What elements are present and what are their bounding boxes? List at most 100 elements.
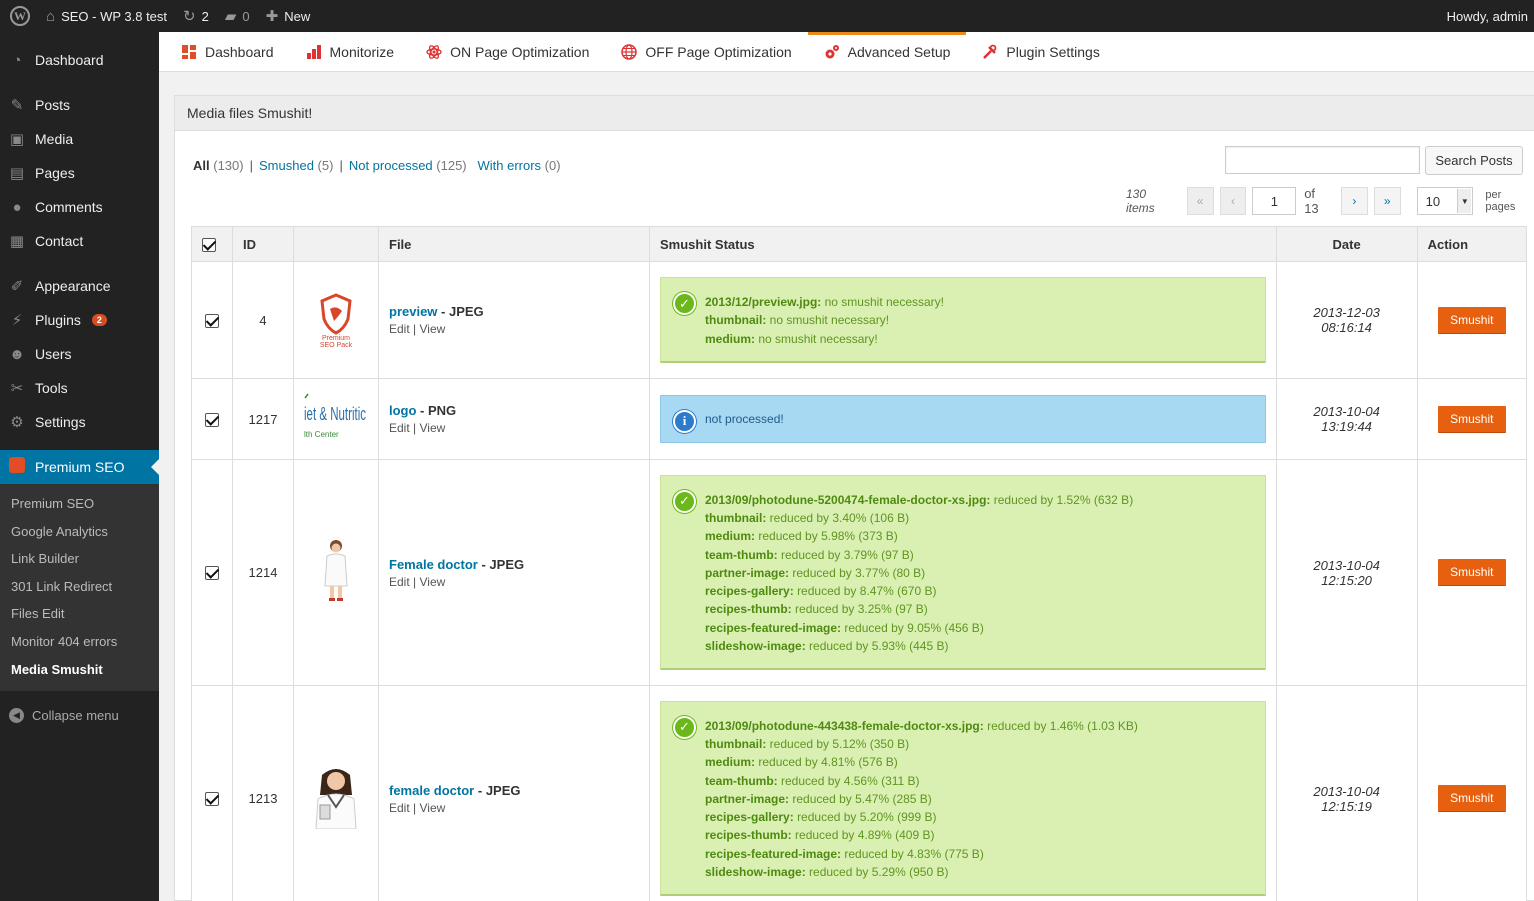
wp-logo-menu[interactable]: W bbox=[0, 0, 38, 32]
edit-link[interactable]: Edit bbox=[389, 322, 410, 336]
edit-link[interactable]: Edit bbox=[389, 801, 410, 815]
menu-appearance[interactable]: ✐ Appearance bbox=[0, 269, 159, 303]
menu-tools[interactable]: ✂ Tools bbox=[0, 371, 159, 405]
file-name-link[interactable]: Female doctor bbox=[389, 557, 478, 572]
type-separator: - bbox=[416, 403, 428, 418]
status-key: recipes-gallery: bbox=[705, 810, 794, 825]
comments-link[interactable]: ▰ 0 bbox=[217, 0, 258, 32]
view-link[interactable]: View bbox=[420, 575, 446, 589]
action-cell: Smushit bbox=[1416, 685, 1528, 901]
menu-premium-seo[interactable]: Premium SEO bbox=[0, 450, 159, 484]
file-cell: preview - JPEG Edit | View bbox=[378, 261, 650, 379]
col-id[interactable]: ID bbox=[232, 226, 294, 262]
date-cell: 2013-10-04 12:15:20 bbox=[1275, 459, 1418, 686]
smushit-button[interactable]: Smushit bbox=[1437, 306, 1506, 334]
filter-all[interactable]: All (130) bbox=[193, 158, 244, 173]
col-file[interactable]: File bbox=[378, 226, 650, 262]
menu-posts[interactable]: ✎ Posts bbox=[0, 88, 159, 122]
tab-monitorize[interactable]: Monitorize bbox=[290, 32, 411, 72]
menu-dashboard[interactable]: ◔ Dashboard bbox=[0, 43, 159, 77]
tab-on-page[interactable]: ON Page Optimization bbox=[410, 32, 605, 72]
tab-plugin-settings[interactable]: Plugin Settings bbox=[966, 32, 1115, 72]
submenu-link-builder[interactable]: Link Builder bbox=[0, 545, 159, 573]
current-page-input[interactable]: 1 bbox=[1252, 187, 1297, 215]
svg-text:Premium: Premium bbox=[322, 335, 350, 342]
menu-contact[interactable]: ▦ Contact bbox=[0, 224, 159, 258]
col-date[interactable]: Date bbox=[1275, 226, 1418, 262]
view-link[interactable]: View bbox=[420, 322, 446, 336]
menu-users[interactable]: ☻ Users bbox=[0, 337, 159, 371]
tab-advanced-setup[interactable]: Advanced Setup bbox=[807, 31, 967, 72]
edit-link[interactable]: Edit bbox=[389, 575, 410, 589]
plugin-tabs: Dashboard Monitorize ON Page Optimizatio… bbox=[159, 31, 1534, 72]
filter-label: With errors bbox=[477, 158, 542, 173]
select-all-checkbox[interactable] bbox=[202, 237, 216, 252]
edit-link[interactable]: Edit bbox=[389, 421, 410, 435]
file-name-link[interactable]: female doctor bbox=[389, 783, 474, 798]
submenu-media-smushit[interactable]: Media Smushit bbox=[0, 656, 159, 684]
menu-pages[interactable]: ▤ Pages bbox=[0, 156, 159, 190]
my-account-link[interactable]: Howdy, admin bbox=[1439, 0, 1534, 32]
row-checkbox[interactable] bbox=[205, 566, 219, 581]
menu-settings[interactable]: ⚙ Settings bbox=[0, 405, 159, 439]
prev-page-button[interactable]: ‹ bbox=[1219, 187, 1247, 215]
new-content-link[interactable]: ✚ New bbox=[258, 0, 319, 32]
status-key: recipes-thumb: bbox=[705, 828, 792, 843]
last-page-button[interactable]: » bbox=[1373, 187, 1401, 215]
status-line: recipes-thumb: reduced by 3.25% (97 B) bbox=[705, 600, 1255, 618]
filter-not-processed[interactable]: Not processed (125) bbox=[349, 158, 467, 173]
menu-comments[interactable]: ● Comments bbox=[0, 190, 159, 224]
media-thumbnail[interactable] bbox=[316, 538, 356, 607]
table-row: 1213 female doctor - JPEG Edit | View ✓ 2013… bbox=[191, 685, 1528, 901]
file-name-link[interactable]: preview bbox=[389, 304, 437, 319]
smushit-button[interactable]: Smushit bbox=[1437, 785, 1506, 812]
row-checkbox[interactable] bbox=[205, 792, 219, 807]
search-input[interactable] bbox=[1225, 146, 1420, 174]
status-value: reduced by 5.98% (373 B) bbox=[758, 529, 898, 544]
file-name-link[interactable]: logo bbox=[389, 403, 416, 418]
panel-title: Media files Smushit! bbox=[175, 96, 1534, 131]
first-page-button[interactable]: « bbox=[1186, 187, 1214, 215]
view-link[interactable]: View bbox=[420, 801, 446, 815]
row-checkbox[interactable] bbox=[205, 412, 219, 427]
status-value: reduced by 9.05% (456 B) bbox=[844, 620, 984, 635]
submenu-premium-seo[interactable]: Premium SEO bbox=[0, 490, 159, 518]
status-line: recipes-gallery: reduced by 8.47% (670 B… bbox=[705, 582, 1255, 600]
submenu-monitor-404[interactable]: Monitor 404 errors bbox=[0, 628, 159, 656]
plugin-icon: ⚡ bbox=[11, 312, 23, 329]
search-posts-button[interactable]: Search Posts bbox=[1425, 146, 1523, 175]
updates-link[interactable]: ↻ 2 bbox=[175, 0, 217, 32]
status-value: reduced by 4.81% (576 B) bbox=[758, 755, 898, 770]
filter-smushed[interactable]: Smushed (5) bbox=[259, 158, 333, 173]
collapse-menu-button[interactable]: ◀ Collapse menu bbox=[0, 695, 159, 735]
status-line: thumbnail: reduced by 3.40% (106 B) bbox=[705, 509, 1255, 527]
menu-plugins[interactable]: ⚡ Plugins 2 bbox=[0, 303, 159, 337]
filter-with-errors[interactable]: With errors (0) bbox=[477, 158, 560, 173]
menu-media[interactable]: ▣ Media bbox=[0, 122, 159, 156]
gears-icon bbox=[824, 44, 840, 60]
status-value: reduced by 4.89% (409 B) bbox=[795, 828, 935, 843]
row-checkbox[interactable] bbox=[205, 313, 219, 328]
submenu-301-redirect[interactable]: 301 Link Redirect bbox=[0, 573, 159, 601]
menu-label: Plugins bbox=[35, 312, 81, 328]
per-page-select[interactable]: 10 ▼ bbox=[1416, 187, 1474, 215]
pages-icon: ▤ bbox=[9, 165, 25, 182]
submenu-google-analytics[interactable]: Google Analytics bbox=[0, 518, 159, 546]
smushit-button[interactable]: Smushit bbox=[1437, 559, 1506, 586]
filter-count: (5) bbox=[317, 158, 334, 173]
action-separator: | bbox=[413, 322, 417, 336]
tab-off-page[interactable]: OFF Page Optimization bbox=[605, 32, 807, 72]
row-id: 1214 bbox=[232, 459, 294, 686]
submenu-files-edit[interactable]: Files Edit bbox=[0, 600, 159, 628]
view-link[interactable]: View bbox=[420, 421, 446, 435]
tab-dashboard[interactable]: Dashboard bbox=[165, 32, 290, 72]
site-name-link[interactable]: ⌂ SEO - WP 3.8 test bbox=[38, 0, 175, 32]
smushit-button[interactable]: Smushit bbox=[1437, 405, 1506, 433]
status-key: partner-image: bbox=[705, 791, 790, 806]
atom-icon bbox=[426, 44, 442, 60]
collapse-label: Collapse menu bbox=[32, 707, 119, 723]
media-thumbnail[interactable] bbox=[308, 765, 364, 832]
media-thumbnail[interactable]: Premium SEO Pack bbox=[304, 291, 368, 350]
next-page-button[interactable]: › bbox=[1340, 187, 1368, 215]
media-thumbnail[interactable]: iet & Nutritic lth Center bbox=[304, 392, 368, 447]
